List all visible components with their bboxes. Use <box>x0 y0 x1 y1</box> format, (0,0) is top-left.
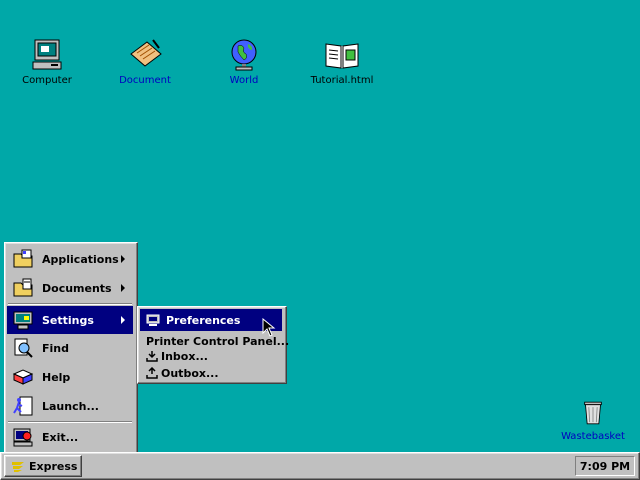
start-button-label: Express <box>29 459 78 473</box>
outbox-icon <box>146 367 158 379</box>
settings-icon <box>13 311 33 330</box>
menu-item-label: Settings <box>42 313 94 327</box>
launch-icon <box>13 396 33 416</box>
taskbar-clock: 7:09 PM <box>575 456 635 476</box>
menu-item-label: Find <box>42 341 69 355</box>
documents-icon <box>13 278 33 297</box>
menu-item-label: Documents <box>42 281 112 295</box>
menu-separator <box>8 421 132 423</box>
submenu-item-label: Outbox... <box>161 366 219 380</box>
menu-item-exit[interactable]: Exit... <box>7 424 133 450</box>
submenu-item-preferences[interactable]: Preferences <box>140 309 282 331</box>
preferences-icon <box>146 314 160 326</box>
desktop-icon-label: Tutorial.html <box>310 75 374 86</box>
menu-item-find[interactable]: Find <box>7 335 133 361</box>
menu-item-label: Help <box>42 370 71 384</box>
desktop-icon-computer[interactable]: Computer <box>2 38 92 86</box>
book-icon <box>325 43 359 69</box>
start-button[interactable]: Express <box>4 455 82 477</box>
desktop-icon-label: Computer <box>22 75 72 86</box>
desktop-icon-world[interactable]: World <box>199 38 289 86</box>
menu-item-launch[interactable]: Launch... <box>7 393 133 419</box>
inbox-icon <box>146 351 158 362</box>
menu-item-help[interactable]: Help <box>7 364 133 390</box>
submenu-arrow-icon <box>121 316 125 324</box>
submenu-arrow-icon <box>121 284 125 292</box>
submenu-item-label: Inbox... <box>161 349 208 363</box>
taskbar: Express 7:09 PM <box>0 452 640 480</box>
submenu-arrow-icon <box>121 255 125 263</box>
computer-icon <box>32 39 62 70</box>
menu-item-label: Applications <box>42 252 119 266</box>
submenu-item-inbox[interactable]: Inbox... <box>140 347 282 365</box>
menu-item-label: Launch... <box>42 399 99 413</box>
menu-separator <box>8 303 132 305</box>
wastebasket-icon <box>584 401 602 425</box>
desktop-icon-tutorial[interactable]: Tutorial.html <box>297 38 387 86</box>
submenu-item-outbox[interactable]: Outbox... <box>140 364 282 382</box>
menu-item-applications[interactable]: Applications <box>7 246 133 272</box>
desktop-icon-label: World <box>229 75 259 86</box>
find-icon <box>14 338 33 358</box>
document-icon <box>130 39 162 67</box>
globe-icon <box>231 39 257 71</box>
menu-item-settings[interactable]: Settings <box>7 306 133 334</box>
desktop-icon-label: Document <box>119 75 171 86</box>
mouse-cursor-icon <box>262 318 276 337</box>
applications-icon <box>13 249 33 268</box>
exit-icon <box>13 428 33 447</box>
desktop-icon-wastebasket[interactable]: Wastebasket <box>548 398 638 442</box>
desktop-icon-document[interactable]: Document <box>100 38 190 86</box>
help-icon <box>12 369 34 385</box>
desktop-icon-label: Wastebasket <box>561 431 625 442</box>
menu-item-label: Exit... <box>42 430 79 444</box>
submenu-item-label: Preferences <box>166 313 241 327</box>
express-logo-icon <box>12 462 24 472</box>
start-menu: Applications Documents Settings Find Hel… <box>4 242 138 454</box>
menu-item-documents[interactable]: Documents <box>7 275 133 301</box>
